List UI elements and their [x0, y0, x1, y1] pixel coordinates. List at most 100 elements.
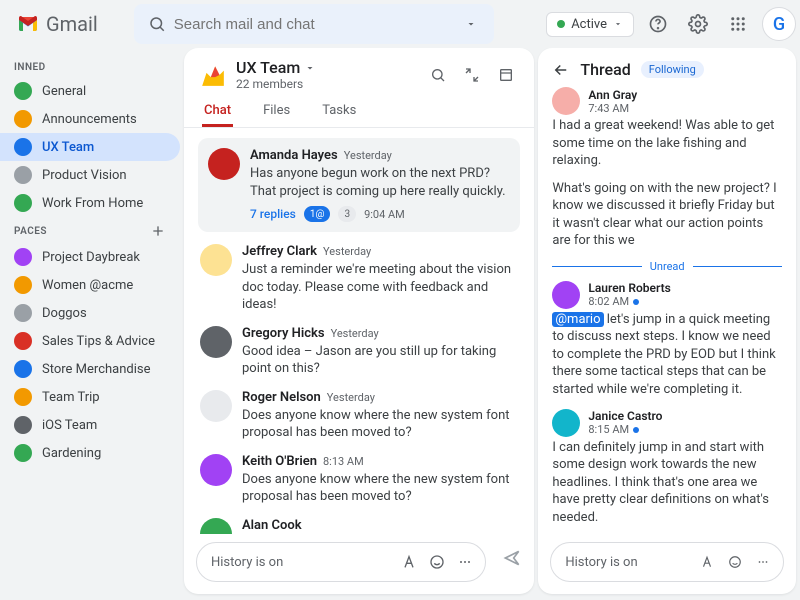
avatar	[552, 87, 580, 115]
sidebar-item-label: General	[42, 84, 86, 99]
space-avatar-icon	[14, 416, 32, 434]
pinned-message[interactable]: Amanda HayesYesterday Has anyone begun w…	[198, 138, 520, 232]
avatar	[200, 244, 232, 276]
chat-message[interactable]: Alan Cook	[198, 512, 520, 534]
status-label: Active	[571, 17, 607, 32]
search-bar[interactable]	[134, 4, 494, 44]
sidebar-item-label: Team Trip	[42, 390, 100, 405]
tab-files[interactable]: Files	[261, 97, 292, 127]
avatar	[552, 409, 580, 437]
format-icon[interactable]	[693, 555, 721, 569]
collapse-button[interactable]	[458, 61, 486, 89]
thread-panel: Thread Following Ann Gray7:43 AM I had a…	[538, 48, 796, 594]
composer-placeholder: History is on	[565, 555, 693, 570]
avatar	[200, 518, 232, 534]
sidebar-item[interactable]: UX Team	[0, 133, 180, 161]
thread-message[interactable]: Janice Castro8:15 AM I can definitely ju…	[552, 409, 782, 527]
sidebar-item[interactable]: Store Merchandise	[0, 355, 180, 383]
space-avatar-icon	[14, 388, 32, 406]
chat-panel: UX Team 22 members Chat Files Tasks	[184, 48, 534, 594]
space-search-button[interactable]	[424, 61, 452, 89]
chevron-down-icon[interactable]	[304, 62, 316, 74]
thread-back-button[interactable]	[552, 61, 570, 79]
sidebar-item-label: Sales Tips & Advice	[42, 334, 155, 349]
sidebar-item[interactable]: Product Vision	[0, 161, 180, 189]
space-avatar-icon	[14, 194, 32, 212]
thread-author: Janice Castro	[588, 409, 662, 423]
mention[interactable]: @mario	[552, 312, 603, 327]
search-input[interactable]	[174, 16, 454, 33]
avatar	[208, 148, 240, 180]
thread-author: Lauren Roberts	[588, 281, 670, 295]
thread-text: What's going on with the new project? I …	[552, 180, 782, 250]
sidebar: INNED General AnnouncementsUX Team Product…	[0, 48, 180, 600]
sidebar-item-label: Project Daybreak	[42, 250, 140, 265]
message-author: Alan Cook	[242, 518, 302, 533]
chat-message[interactable]: Keith O'Brien8:13 AMDoes anyone know whe…	[198, 448, 520, 512]
sidebar-item[interactable]: Team Trip	[0, 383, 180, 411]
sidebar-item[interactable]: iOS Team	[0, 411, 180, 439]
sidebar-item[interactable]: Project Daybreak	[0, 243, 180, 271]
thread-composer[interactable]: History is on	[550, 542, 784, 582]
thread-message[interactable]: Lauren Roberts8:02 AM @mario let's jump …	[552, 281, 782, 399]
message-time: Yesterday	[323, 245, 371, 258]
add-space-button[interactable]	[150, 223, 166, 239]
sidebar-item[interactable]: Doggos	[0, 299, 180, 327]
gmail-logo[interactable]: Gmail	[8, 12, 106, 36]
space-title[interactable]: UX Team	[236, 58, 300, 77]
chat-message[interactable]: Jeffrey Clark Yesterday Just a reminder we…	[198, 238, 520, 320]
emoji-icon[interactable]	[423, 554, 451, 570]
status-chip[interactable]: Active	[546, 12, 634, 37]
message-author: Gregory Hicks	[242, 326, 325, 341]
unread-badge: 3	[338, 206, 356, 222]
replies-link[interactable]: 7 replies	[250, 207, 296, 221]
search-dropdown-icon[interactable]	[454, 18, 488, 30]
status-dot-icon	[557, 20, 565, 28]
sidebar-item-label: Product Vision	[42, 168, 127, 183]
message-author: Keith O'Brien	[242, 454, 317, 469]
following-chip[interactable]: Following	[641, 61, 704, 78]
thread-time: 8:15 AM	[588, 423, 662, 436]
sidebar-item[interactable]: Announcements	[0, 105, 180, 133]
chat-message[interactable]: Gregory HicksYesterdayGood idea – Jason …	[198, 320, 520, 384]
sidebar-item[interactable]: Women @acme	[0, 271, 180, 299]
chat-composer[interactable]: History is on	[196, 542, 486, 582]
thread-messages: Ann Gray7:43 AM I had a great weekend! W…	[538, 87, 796, 534]
more-icon[interactable]	[749, 555, 777, 569]
thread-author: Ann Gray	[588, 88, 637, 102]
tab-tasks[interactable]: Tasks	[320, 97, 358, 127]
more-icon[interactable]	[451, 554, 479, 570]
sidebar-item[interactable]: Work From Home	[0, 189, 180, 217]
pinned-section-label: INNED	[14, 62, 46, 73]
chat-message[interactable]: Roger NelsonYesterdayDoes anyone know wh…	[198, 384, 520, 448]
sidebar-item[interactable]: Sales Tips & Advice	[0, 327, 180, 355]
tab-chat[interactable]: Chat	[202, 97, 233, 127]
format-icon[interactable]	[395, 554, 423, 570]
search-icon	[140, 15, 174, 33]
space-avatar-icon	[14, 332, 32, 350]
popout-button[interactable]	[492, 61, 520, 89]
apps-button[interactable]	[722, 8, 754, 40]
space-members[interactable]: 22 members	[236, 77, 316, 91]
send-button[interactable]	[502, 548, 522, 568]
message-time: Yesterday	[331, 327, 379, 340]
message-time: Yesterday	[344, 149, 392, 162]
message-text: Just a reminder we're meeting about the …	[242, 261, 518, 314]
thread-text: @mario let's jump in a quick meeting to …	[552, 311, 782, 399]
message-time: 8:13 AM	[323, 455, 364, 468]
avatar	[200, 326, 232, 358]
thread-time: 7:43 AM	[588, 102, 637, 115]
chat-messages: Amanda HayesYesterday Has anyone begun w…	[184, 128, 534, 534]
help-button[interactable]	[642, 8, 674, 40]
composer-placeholder: History is on	[211, 555, 395, 570]
space-avatar-icon	[14, 248, 32, 266]
settings-button[interactable]	[682, 8, 714, 40]
emoji-icon[interactable]	[721, 555, 749, 569]
message-author: Jeffrey Clark	[242, 244, 317, 259]
sidebar-item[interactable]: General	[0, 77, 180, 105]
space-avatar-icon	[14, 166, 32, 184]
space-avatar-icon	[14, 82, 32, 100]
chevron-down-icon	[613, 19, 623, 29]
account-avatar[interactable]: G	[762, 7, 796, 41]
sidebar-item[interactable]: Gardening	[0, 439, 180, 467]
